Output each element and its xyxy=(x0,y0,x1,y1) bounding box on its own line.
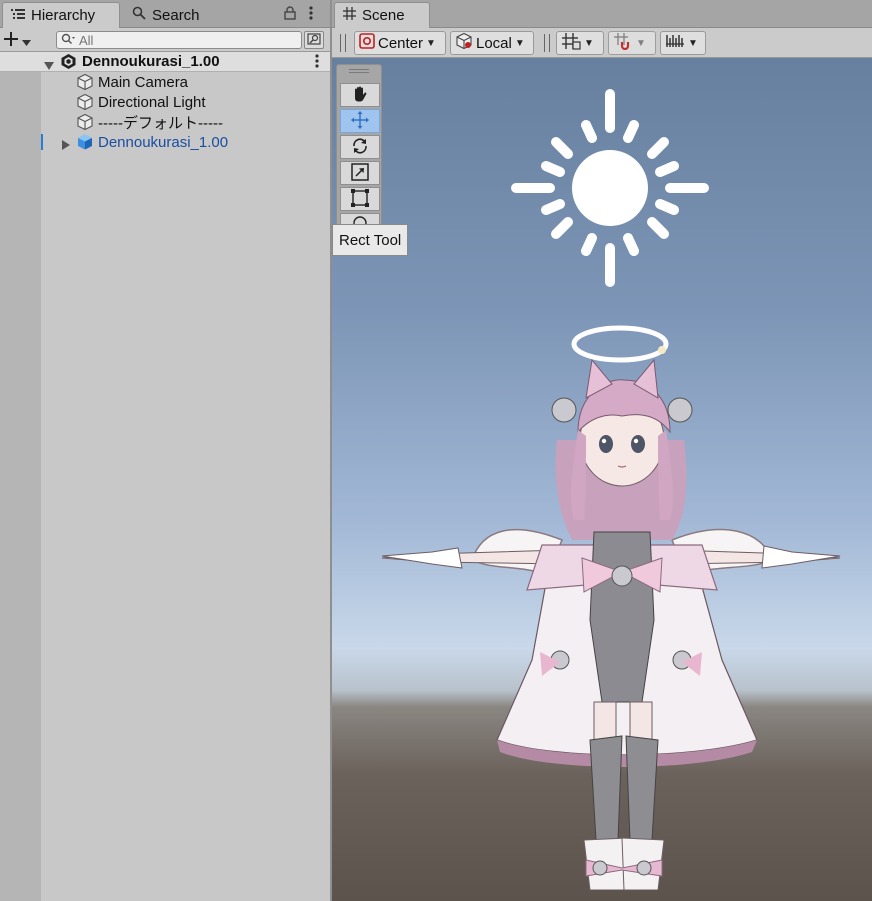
hierarchy-tab-bar: Hierarchy Search xyxy=(0,0,330,28)
scene-viewport[interactable]: Rect Tool xyxy=(332,58,872,901)
chevron-down-icon: ▼ xyxy=(636,37,646,49)
pivot-mode-label: Center xyxy=(378,34,424,52)
hierarchy-item-main-camera[interactable]: Main Camera xyxy=(0,72,330,92)
scale-tool-button[interactable] xyxy=(340,161,380,185)
kebab-menu-icon[interactable] xyxy=(308,5,314,24)
scene-search-icon xyxy=(307,32,321,48)
view-tool-button[interactable] xyxy=(340,83,380,107)
hierarchy-toolbar xyxy=(0,28,330,52)
scene-kebab-icon[interactable] xyxy=(314,53,320,73)
hand-icon xyxy=(351,85,369,106)
grid-snapping-dropdown[interactable]: ▼ xyxy=(556,31,604,55)
overlay-grip[interactable] xyxy=(349,69,369,73)
scene-panel: Scene Center ▼ Local ▼ ▼ ▼ ▼ Rect Tool xyxy=(330,0,872,901)
hierarchy-tree: Dennoukurasi_1.00 Main Camera Directiona… xyxy=(0,52,330,901)
tooltip: Rect Tool xyxy=(332,224,409,256)
rect-tool-button[interactable] xyxy=(340,187,380,211)
scene-name: Dennoukurasi_1.00 xyxy=(82,53,220,70)
move-tool-button[interactable] xyxy=(340,109,380,133)
directional-light-gizmo[interactable] xyxy=(508,86,712,290)
hierarchy-item-label: Main Camera xyxy=(98,73,189,91)
snap-settings-dropdown[interactable]: ▼ xyxy=(608,31,656,55)
hierarchy-item-label: Dennoukurasi_1.00 xyxy=(98,133,229,151)
scene-row[interactable]: Dennoukurasi_1.00 xyxy=(0,52,330,72)
scale-icon xyxy=(350,162,370,185)
handle-space-dropdown[interactable]: Local ▼ xyxy=(450,31,534,55)
list-icon xyxy=(11,7,25,24)
rect-tool-icon xyxy=(350,188,370,211)
plus-icon xyxy=(4,30,18,51)
chevron-down-icon: ▼ xyxy=(688,37,698,49)
handle-space-label: Local xyxy=(476,34,512,52)
scene-tab-bar: Scene xyxy=(332,0,872,28)
hierarchy-item-label: -----デフォルト----- xyxy=(98,114,223,132)
expand-arrow-icon[interactable] xyxy=(62,137,70,154)
magnifier-icon xyxy=(132,6,146,24)
tab-hierarchy-label: Hierarchy xyxy=(31,7,96,24)
create-dropdown-button[interactable] xyxy=(4,30,42,50)
chevron-down-icon: ▼ xyxy=(584,37,594,49)
magnet-grid-icon xyxy=(613,32,633,54)
prefab-override-marker xyxy=(41,134,43,150)
rotate-tool-button[interactable] xyxy=(340,135,380,159)
toolbar-grip[interactable] xyxy=(544,34,550,52)
lock-icon[interactable] xyxy=(284,6,296,23)
unity-scene-icon xyxy=(60,53,77,74)
tab-hierarchy[interactable]: Hierarchy xyxy=(2,2,120,28)
hierarchy-search-field[interactable] xyxy=(56,31,302,49)
tab-search[interactable]: Search xyxy=(124,2,244,28)
chevron-down-icon: ▼ xyxy=(514,37,525,49)
avatar-character-model[interactable] xyxy=(372,320,852,890)
grid-hash-icon xyxy=(343,7,356,24)
hierarchy-item-prefab[interactable]: Dennoukurasi_1.00 xyxy=(0,132,330,152)
toolbar-grip[interactable] xyxy=(340,34,346,52)
rotate-icon xyxy=(350,136,370,159)
prefab-cube-icon xyxy=(76,133,94,155)
search-in-scene-button[interactable] xyxy=(304,31,324,49)
grid-snap-icon xyxy=(561,32,581,54)
pivot-center-icon xyxy=(359,33,375,53)
hierarchy-item-default[interactable]: -----デフォルト----- xyxy=(0,112,330,132)
increment-snap-dropdown[interactable]: ▼ xyxy=(660,31,706,55)
scene-tools-overlay xyxy=(336,64,382,231)
pivot-mode-dropdown[interactable]: Center ▼ xyxy=(354,31,446,55)
move-arrows-icon xyxy=(350,110,370,133)
chevron-down-icon xyxy=(22,30,31,51)
ruler-icon xyxy=(665,33,685,53)
chevron-down-icon: ▼ xyxy=(426,37,436,49)
search-input[interactable] xyxy=(79,32,279,48)
scene-toolbar: Center ▼ Local ▼ ▼ ▼ ▼ xyxy=(332,28,872,58)
search-icon xyxy=(61,32,75,48)
hierarchy-item-directional-light[interactable]: Directional Light xyxy=(0,92,330,112)
hierarchy-panel: Hierarchy Search All Dennoukurasi_1.00 M… xyxy=(0,0,330,901)
tab-scene-label: Scene xyxy=(362,7,405,24)
tab-scene[interactable]: Scene xyxy=(334,2,430,28)
local-space-icon xyxy=(455,32,473,54)
tab-search-label: Search xyxy=(152,6,200,24)
hierarchy-item-label: Directional Light xyxy=(98,93,206,111)
